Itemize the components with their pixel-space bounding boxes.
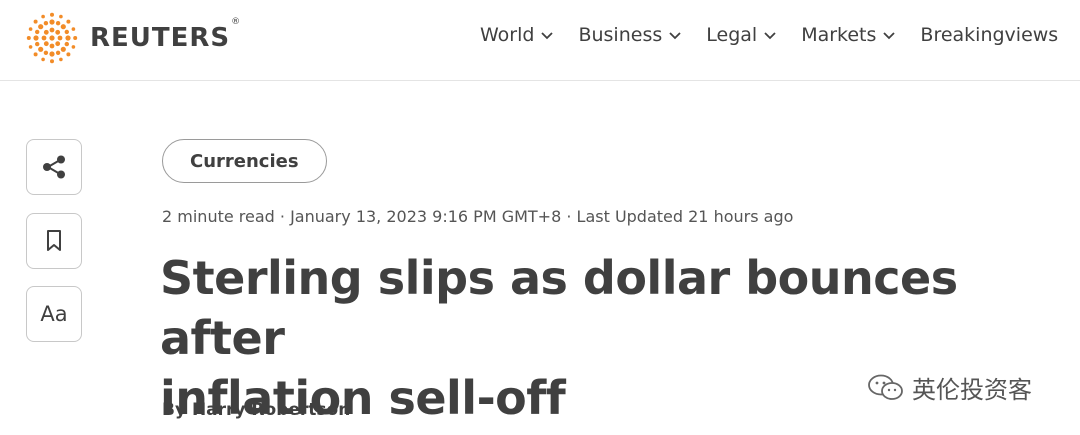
chevron-down-icon: [669, 32, 681, 40]
reuters-wordmark: REUTERS®: [90, 17, 242, 53]
wechat-icon: [868, 374, 903, 400]
chevron-down-icon: [764, 32, 776, 40]
chevron-down-icon: [883, 32, 896, 40]
reuters-logo[interactable]: REUTERS®: [26, 12, 240, 64]
bookmark-icon: [47, 230, 61, 251]
share-button[interactable]: [26, 139, 82, 195]
share-icon: [43, 155, 65, 179]
topic-pill-currencies[interactable]: Currencies: [162, 139, 327, 183]
chevron-down-icon: [541, 32, 554, 40]
site-header: REUTERS® World Business Legal Markets Br…: [0, 0, 1080, 81]
nav-item-markets[interactable]: Markets: [801, 24, 896, 46]
bookmark-button[interactable]: [26, 213, 82, 269]
text-size-label: Aa: [40, 302, 68, 326]
nav-item-legal[interactable]: Legal: [706, 24, 777, 46]
wechat-watermark: 英伦投资客: [866, 370, 1032, 405]
text-size-button[interactable]: Aa: [26, 286, 82, 342]
nav-item-world[interactable]: World: [480, 24, 554, 46]
nav-item-label: Business: [578, 24, 663, 46]
article-byline[interactable]: By Harry Robertson: [162, 400, 350, 420]
nav-item-label: Breakingviews: [920, 24, 1059, 46]
nav-item-label: Legal: [706, 24, 758, 46]
headline-line-1: Sterling slips as dollar bounces after: [160, 251, 958, 365]
reuters-logo-icon: [26, 12, 78, 64]
nav-item-label: World: [480, 24, 535, 46]
main-nav: World Business Legal Markets Breakingvie…: [480, 24, 1058, 46]
article-meta: 2 minute read · January 13, 2023 9:16 PM…: [162, 207, 794, 226]
nav-item-label: Markets: [801, 24, 877, 46]
nav-item-breakingviews[interactable]: Breakingviews: [920, 24, 1058, 46]
nav-item-business[interactable]: Business: [578, 24, 682, 46]
watermark-text: 英伦投资客: [912, 376, 1032, 404]
